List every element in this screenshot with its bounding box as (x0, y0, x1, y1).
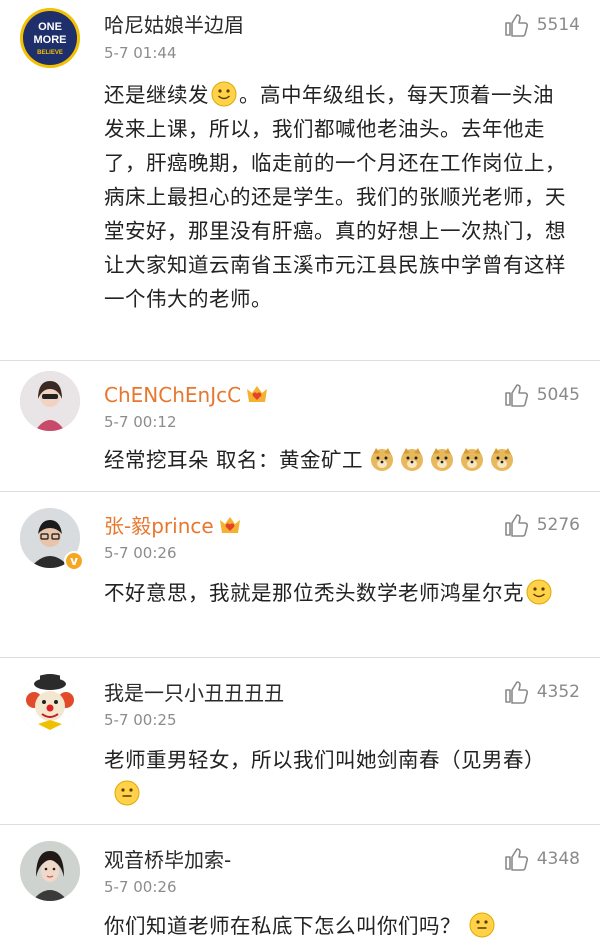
like-count: 4348 (536, 849, 580, 869)
timestamp: 5-7 00:12 (104, 413, 177, 431)
avatar-text-line1: ONE (38, 21, 62, 33)
timestamp: 5-7 01:44 (104, 44, 177, 62)
comment-item: ONE MORE BELIEVE 哈尼姑娘半边眉 5-7 01:44 5514 … (0, 0, 600, 360)
like-button[interactable]: 5045 (503, 381, 580, 409)
avatar[interactable] (20, 674, 80, 734)
comment-feed: ONE MORE BELIEVE 哈尼姑娘半边眉 5-7 01:44 5514 … (0, 0, 600, 947)
smile-emoji-icon (526, 579, 552, 605)
username-text[interactable]: ChENChEnJcC (104, 383, 241, 407)
comment-text: 你们知道老师在私底下怎么叫你们吗？ (104, 909, 584, 943)
comment-text: 老师重男轻女，所以我们叫她剑南春（见男春） (104, 743, 564, 811)
like-count: 5045 (536, 385, 580, 405)
avatar-text-line3: BELIEVE (37, 50, 63, 56)
thumbs-up-icon (504, 848, 528, 871)
username-text[interactable]: 张-毅prince (104, 514, 214, 538)
avatar-image (20, 371, 80, 431)
username[interactable]: 观音桥毕加索- (104, 847, 231, 873)
like-button[interactable]: 5276 (503, 511, 580, 539)
timestamp: 5-7 00:26 (104, 544, 177, 562)
comment-text: 经常挖耳朵 取名：黄金矿工 (104, 443, 594, 477)
comment-text: 不好意思，我就是那位秃头数学老师鸿星尔克 (104, 576, 564, 610)
like-count: 4352 (536, 682, 580, 702)
doge-emoji-icon (401, 448, 424, 471)
doge-emoji-icon (491, 448, 514, 471)
avatar[interactable] (20, 841, 80, 901)
username-text[interactable]: 我是一只小丑丑丑丑 (104, 681, 284, 705)
smile-emoji-icon (211, 81, 237, 107)
username[interactable]: 我是一只小丑丑丑丑 (104, 680, 284, 706)
comment-item: 我是一只小丑丑丑丑 5-7 00:25 4352 老师重男轻女，所以我们叫她剑南… (0, 658, 600, 824)
comment-text: 还是继续发 。高中年级组长，每天顶着一头油发来上课，所以，我们都喊他老油头。去年他… (104, 78, 574, 316)
thumbs-up-icon (504, 384, 528, 407)
username[interactable]: 哈尼姑娘半边眉 (104, 12, 244, 38)
thumbs-up-icon (504, 14, 528, 37)
comment-text-part2: 。高中年级组长，每天顶着一头油发来上课，所以，我们都喊他老油头。去年他走了，肝癌… (104, 83, 566, 311)
username-text[interactable]: 观音桥毕加索- (104, 848, 231, 872)
doge-emoji-icon (461, 448, 484, 471)
thumbs-up-icon (504, 681, 528, 704)
smile-emoji-icon (114, 780, 140, 806)
doge-emoji-group (367, 448, 517, 472)
timestamp: 5-7 00:26 (104, 878, 177, 896)
like-button[interactable]: 5514 (503, 11, 580, 39)
crown-heart-badge-icon (247, 386, 268, 402)
comment-text-body: 经常挖耳朵 取名：黄金矿工 (104, 448, 364, 472)
like-button[interactable]: 4348 (503, 845, 580, 873)
comment-text-body: 你们知道老师在私底下怎么叫你们吗？ (104, 914, 461, 938)
username[interactable]: 张-毅prince (104, 513, 242, 539)
crown-heart-badge-icon (219, 517, 240, 533)
comment-item: ChENChEnJcC 5-7 00:12 5045 经常挖耳朵 取名：黄金矿工 (0, 361, 600, 491)
comment-item: v 张-毅prince 5-7 00:26 5276 不好意思，我就是那位秃头数… (0, 492, 600, 657)
like-button[interactable]: 4352 (503, 678, 580, 706)
username[interactable]: ChENChEnJcC (104, 382, 269, 408)
avatar-image: ONE MORE BELIEVE (20, 8, 80, 68)
avatar[interactable]: ONE MORE BELIEVE (20, 8, 80, 68)
comment-item: 观音桥毕加索- 5-7 00:26 4348 你们知道老师在私底下怎么叫你们吗？ (0, 825, 600, 947)
avatar-image (20, 841, 80, 901)
verified-badge-icon: v (64, 551, 84, 571)
thumbs-up-icon (504, 514, 528, 537)
doge-emoji-icon (431, 448, 454, 471)
avatar-text-line2: MORE (34, 34, 67, 46)
username-text[interactable]: 哈尼姑娘半边眉 (104, 13, 244, 37)
comment-text-part1: 还是继续发 (104, 83, 209, 107)
avatar-image (20, 674, 80, 734)
like-count: 5276 (536, 515, 580, 535)
smile-emoji-icon (469, 912, 495, 938)
like-count: 5514 (536, 15, 580, 35)
timestamp: 5-7 00:25 (104, 711, 177, 729)
comment-text-body: 不好意思，我就是那位秃头数学老师鸿星尔克 (104, 581, 524, 605)
doge-emoji-icon (371, 448, 394, 471)
comment-text-body: 老师重男轻女，所以我们叫她剑南春（见男春） (104, 748, 545, 772)
avatar[interactable] (20, 371, 80, 431)
